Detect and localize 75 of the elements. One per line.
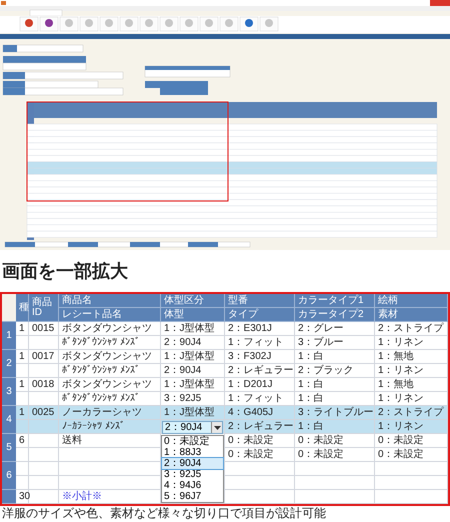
row-header: 3 [2,378,16,406]
table-cell: 1：白 [295,350,375,364]
column-header: レシート品名 [59,308,161,322]
table-cell: ボタンダウンシャツ [59,350,161,364]
column-header: 素材 [375,308,448,322]
table-cell: 0025 [29,406,59,420]
row-header: 4 [2,406,16,434]
table-cell: 4：G405J [225,406,295,420]
column-header: タイプ [225,308,295,322]
dropdown-option[interactable]: 2：90J4 [162,458,223,469]
table-cell: 0：未設定 [225,434,295,448]
column-header: 種 [16,294,29,322]
table-cell: 0015 [29,322,59,336]
table-cell: 1：無地 [375,378,448,392]
dropdown-option[interactable]: 4：94J6 [162,480,223,491]
table-cell: 2：ストライプ [375,322,448,336]
section-heading: 画面を一部拡大 [2,260,128,282]
size-select[interactable]: 2：90J4 [162,421,223,434]
table-cell: 1：J型体型 [161,406,225,420]
table-cell: 0017 [29,350,59,364]
table-cell: 送料 [59,434,161,448]
table-cell: ノーカラーシャツ [59,406,161,420]
column-header: 絵柄 [375,294,448,308]
table-cell: ボタンダウンシャツ [59,378,161,392]
caption: 洋服のサイズや色、素材など様々な切り口で項目が設計可能 [1,506,327,521]
table-cell: 1：J型体型 [161,322,225,336]
table-cell: 1 [16,322,29,336]
table-cell: 6 [16,434,29,448]
column-header: 体型 [161,308,225,322]
row-header: 2 [2,350,16,378]
table-cell: 2：E301J [225,322,295,336]
table-cell: 30 [16,490,29,504]
column-header: 商品ID [29,294,59,322]
table-cell: 0018 [29,378,59,392]
row-header: 6 [2,462,16,490]
dropdown-option[interactable]: 5：96J7 [162,491,223,502]
table-cell [16,462,29,476]
caret-icon [211,422,222,433]
table-cell: 3：ライトブルー [295,406,375,420]
table-cell [29,462,59,476]
dropdown-option[interactable]: 1：88J3 [162,447,223,458]
column-header: 商品名 [59,294,161,308]
table-cell: 1 [16,350,29,364]
table-cell: 3：F302J [225,350,295,364]
table-cell: 2：グレー [295,322,375,336]
column-header: 型番 [225,294,295,308]
dropdown-option[interactable]: 3：92J5 [162,469,223,480]
row-header [2,490,16,504]
table-cell: 0：未設定 [375,434,448,448]
table-cell: 1 [16,406,29,420]
column-header: 体型区分 [161,294,225,308]
table-cell: 1：D201J [225,378,295,392]
table-cell [29,434,59,448]
row-header: 1 [2,322,16,350]
table-cell: 1：J型体型 [161,378,225,392]
table-cell: 1：J型体型 [161,350,225,364]
dropdown-option[interactable]: 0：未設定 [162,436,223,447]
table-row[interactable]: 1 1 0015 ボタンダウンシャツ 1：J型体型 2：E301J 2：グレー 2：ストライプ ﾎﾞﾀﾝﾀﾞｳﾝｼｬﾂ ﾒﾝｽﾞ 2：90J4 1：フィット 3：ブルー 1：リネン [2,322,448,350]
table-cell [29,490,59,504]
table-row[interactable]: 3 1 0018 ボタンダウンシャツ 1：J型体型 1：D201J 1：白 1：無地 ﾎﾞﾀﾝﾀﾞｳﾝｼｬﾂ ﾒﾝｽﾞ 3：92J5 1：フィット 1：白 1：リネン [2,378,448,406]
column-header: カラータイプ1 [295,294,375,308]
table-cell: 1：無地 [375,350,448,364]
column-header: カラータイプ2 [295,308,375,322]
table-cell: 2：ストライプ [375,406,448,420]
table-cell: 1：白 [295,378,375,392]
corner-cell [2,294,16,322]
row-header: 5 [2,434,16,462]
table-cell: 0：未設定 [295,434,375,448]
table-cell: ※小計※ [59,490,161,504]
table-cell [161,490,225,504]
table-cell [225,462,295,476]
table-cell: ボタンダウンシャツ [59,322,161,336]
table-cell [225,490,295,504]
table-row[interactable]: 2 1 0017 ボタンダウンシャツ 1：J型体型 3：F302J 1：白 1：無地 ﾎﾞﾀﾝﾀﾞｳﾝｼｬﾂ ﾒﾝｽﾞ 2：90J4 2：レギュラー 2：ブラック 1：リネン [2,350,448,378]
table-cell: 1 [16,378,29,392]
